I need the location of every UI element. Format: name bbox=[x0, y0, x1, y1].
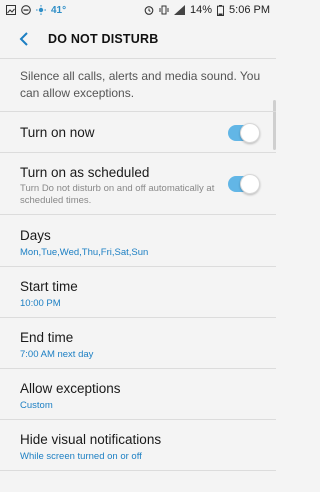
status-bar: 41° 14% 5:06 PM bbox=[0, 0, 276, 20]
toggle-knob bbox=[240, 123, 260, 143]
allow-exceptions-value: Custom bbox=[20, 400, 53, 411]
divider bbox=[0, 152, 276, 153]
status-bar-right: 14% 5:06 PM bbox=[144, 4, 270, 16]
allow-exceptions-label: Allow exceptions bbox=[20, 381, 121, 396]
header-divider bbox=[0, 58, 276, 59]
divider bbox=[0, 419, 276, 420]
turn-on-scheduled-toggle[interactable] bbox=[228, 174, 260, 194]
end-time-row[interactable]: End time 7:00 AM next day bbox=[20, 329, 260, 361]
status-bar-left: 41° bbox=[6, 5, 66, 16]
do-not-disturb-icon bbox=[21, 5, 31, 15]
days-row[interactable]: Days Mon,Tue,Wed,Thu,Fri,Sat,Sun bbox=[20, 227, 260, 259]
scrollbar[interactable] bbox=[273, 100, 276, 150]
page-title: DO NOT DISTURB bbox=[48, 32, 159, 46]
allow-exceptions-row[interactable]: Allow exceptions Custom bbox=[20, 380, 260, 412]
alarm-icon bbox=[144, 5, 154, 15]
chevron-left-icon bbox=[19, 32, 28, 46]
turn-on-now-label: Turn on now bbox=[20, 125, 95, 140]
signal-icon bbox=[174, 5, 185, 15]
hide-visual-notifications-label: Hide visual notifications bbox=[20, 432, 162, 447]
battery-icon bbox=[217, 4, 225, 16]
back-button[interactable] bbox=[12, 27, 36, 51]
days-value: Mon,Tue,Wed,Thu,Fri,Sat,Sun bbox=[20, 247, 149, 258]
image-notification-icon bbox=[6, 5, 16, 15]
days-label: Days bbox=[20, 228, 51, 243]
start-time-row[interactable]: Start time 10:00 PM bbox=[20, 278, 260, 310]
temperature: 41° bbox=[51, 4, 67, 16]
turn-on-now-row[interactable]: Turn on now bbox=[20, 124, 260, 141]
clock: 5:06 PM bbox=[229, 4, 270, 16]
turn-on-scheduled-label: Turn on as scheduled bbox=[20, 165, 150, 180]
end-time-label: End time bbox=[20, 330, 74, 345]
vibrate-icon bbox=[159, 5, 169, 15]
divider bbox=[0, 214, 276, 215]
start-time-value: 10:00 PM bbox=[20, 298, 61, 309]
description-text: Silence all calls, alerts and media soun… bbox=[20, 69, 261, 100]
weather-sun-icon bbox=[36, 5, 46, 15]
divider bbox=[0, 470, 276, 471]
app-header: DO NOT DISTURB bbox=[0, 20, 276, 58]
hide-visual-notifications-value: While screen turned on or off bbox=[20, 451, 142, 462]
divider bbox=[0, 368, 276, 369]
divider bbox=[0, 266, 276, 267]
hide-visual-notifications-row[interactable]: Hide visual notifications While screen t… bbox=[20, 431, 260, 463]
turn-on-scheduled-row[interactable]: Turn on as scheduled Turn Do not disturb… bbox=[20, 164, 260, 207]
battery-percent: 14% bbox=[190, 4, 213, 16]
divider bbox=[0, 111, 276, 112]
toggle-knob bbox=[240, 174, 260, 194]
end-time-value: 7:00 AM next day bbox=[20, 349, 94, 360]
turn-on-scheduled-description: Turn Do not disturb on and off automatic… bbox=[20, 183, 215, 206]
divider bbox=[0, 317, 276, 318]
start-time-label: Start time bbox=[20, 279, 78, 294]
turn-on-now-toggle[interactable] bbox=[228, 123, 260, 143]
